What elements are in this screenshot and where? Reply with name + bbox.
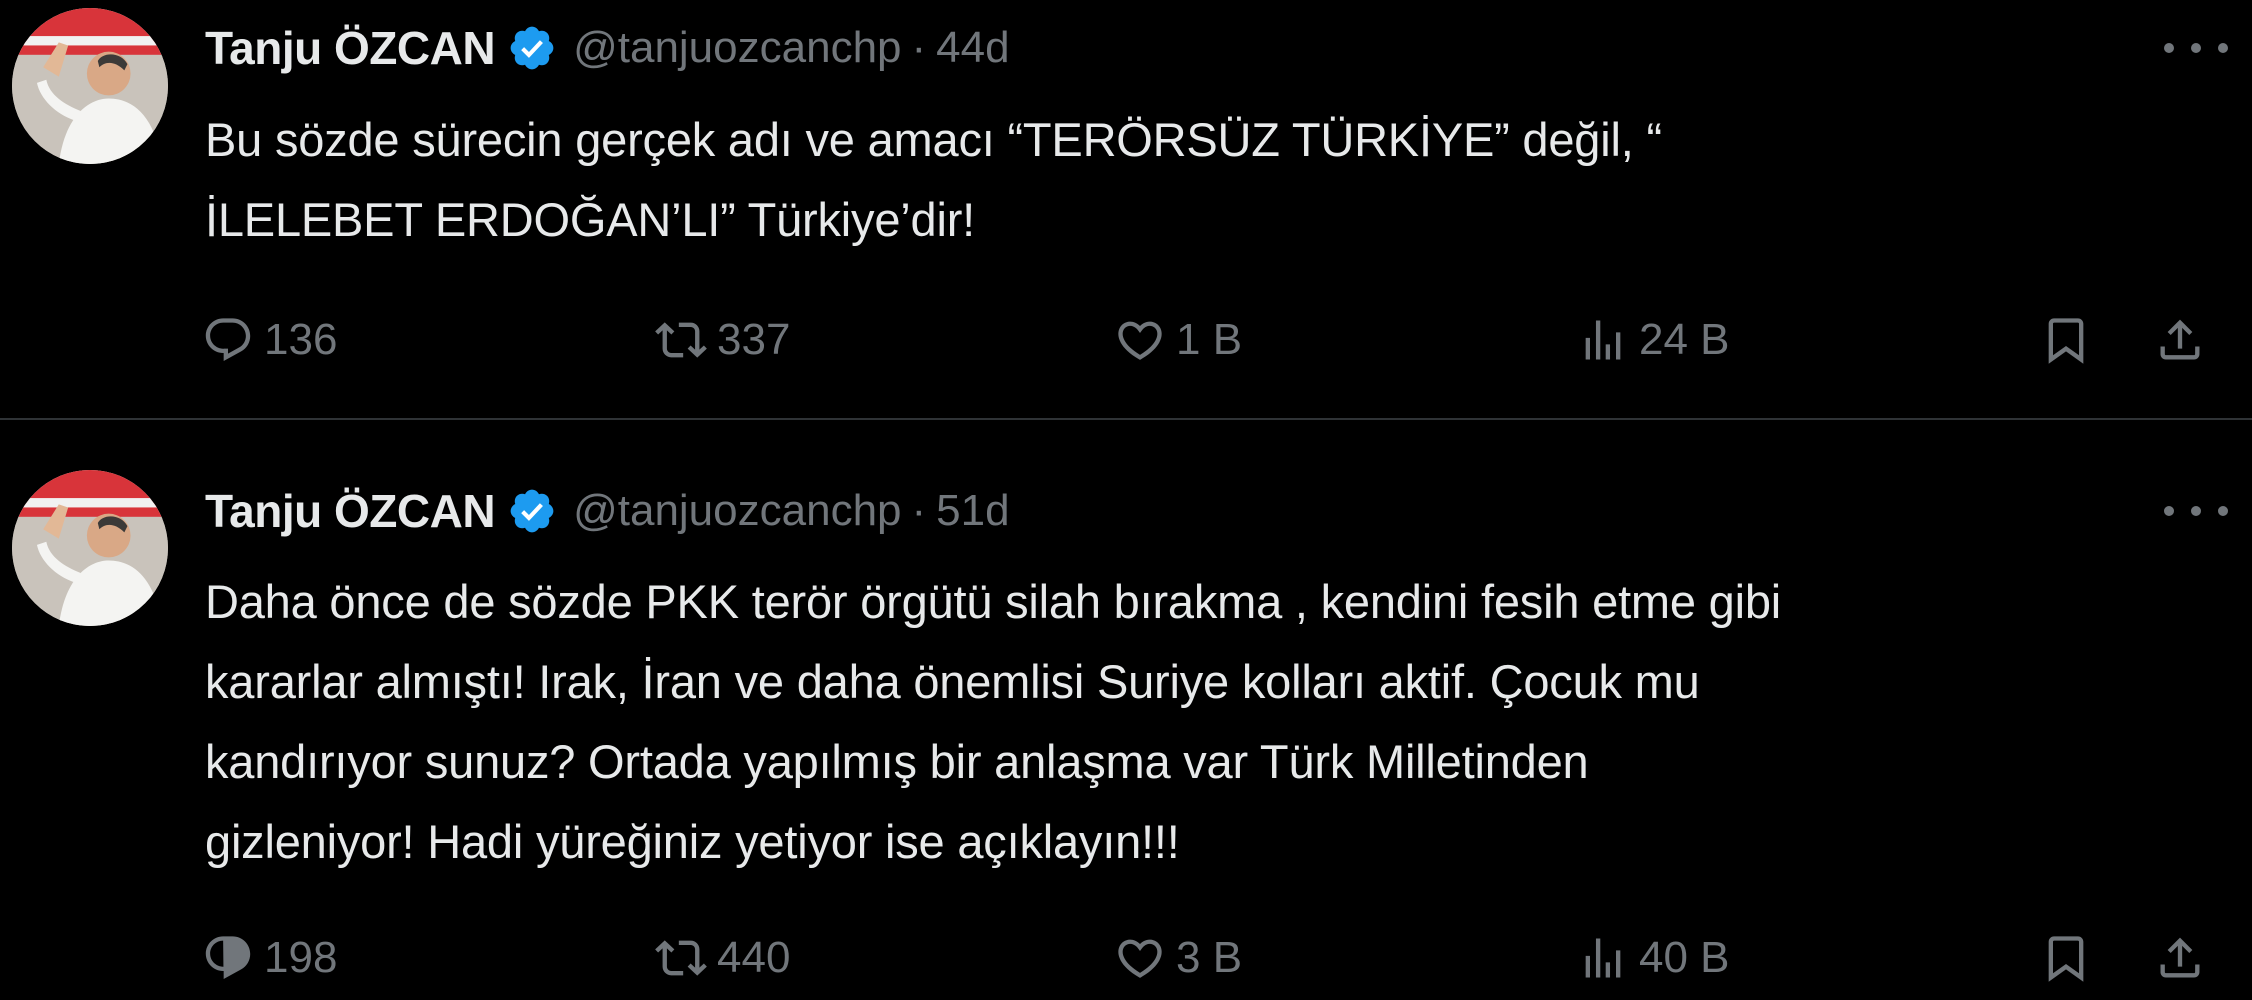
reply-count: 136 [264,315,338,364]
author-name[interactable]: Tanju ÖZCAN [205,484,496,538]
share-icon [2160,319,2200,360]
views-button[interactable]: 40 B [1577,918,1730,998]
more-dots-icon[interactable] [2164,28,2228,68]
separator-dot: · [911,23,927,72]
repost-count: 337 [717,315,791,364]
avatar-portrait [12,8,168,164]
bookmark-icon [2048,936,2084,982]
verified-badge-icon[interactable] [507,23,557,73]
heart-icon [1118,939,1162,978]
tweet-header: Tanju ÖZCAN @tanjuozcanchp · 44d [205,18,1010,78]
tweet-actions: 198 440 3 B 40 B [0,918,2252,998]
more-dots-icon[interactable] [2164,491,2228,531]
tweet-timestamp[interactable]: 51d [936,486,1009,536]
tweet-header: Tanju ÖZCAN @tanjuozcanchp · 51d [205,481,1010,541]
avatar[interactable] [12,470,168,626]
verified-badge-icon[interactable] [507,486,557,536]
tweet-text: Daha önce de sözde PKK terör örgütü sila… [205,575,1782,868]
tweet[interactable]: Tanju ÖZCAN @tanjuozcanchp · 51d Daha ön… [0,420,2252,1000]
views-count: 24 B [1639,315,1730,364]
like-count: 1 B [1176,315,1243,364]
author-handle[interactable]: @tanjuozcanchp [573,23,901,73]
views-count: 40 B [1639,933,1730,982]
heart-icon [1118,321,1162,360]
avatar-portrait [12,470,168,626]
reply-button[interactable]: 136 [202,300,337,380]
like-button[interactable]: 1 B [1114,300,1242,380]
repost-count: 440 [717,933,791,982]
repost-button[interactable]: 337 [655,300,790,380]
share-button[interactable] [2154,918,2206,998]
repost-button[interactable]: 440 [655,918,790,998]
reply-button[interactable]: 198 [202,918,337,998]
share-button[interactable] [2154,300,2206,380]
avatar[interactable] [12,8,168,164]
reply-icon [205,318,251,362]
share-icon [2160,937,2200,978]
like-count: 3 B [1176,933,1243,982]
bookmark-button[interactable] [2040,300,2092,380]
separator-dot: · [911,486,927,535]
tweet-text: Bu sözde sürecin gerçek adı ve amacı “TE… [205,113,1662,246]
author-name[interactable]: Tanju ÖZCAN [205,21,496,75]
tweet-timestamp[interactable]: 44d [936,23,1009,73]
tweet[interactable]: Tanju ÖZCAN @tanjuozcanchp · 44d Bu sözd… [0,0,2252,418]
reply-icon [205,936,251,980]
views-button[interactable]: 24 B [1577,300,1730,380]
reply-count: 198 [264,933,338,982]
tweet-actions: 136 337 1 B 24 B [0,300,2252,380]
bookmark-icon [2048,318,2084,364]
repost-icon [655,322,707,358]
bookmark-button[interactable] [2040,918,2092,998]
like-button[interactable]: 3 B [1114,918,1242,998]
repost-icon [655,940,707,976]
views-chart-icon [1585,320,1621,360]
views-chart-icon [1585,938,1621,978]
author-handle[interactable]: @tanjuozcanchp [573,486,901,536]
